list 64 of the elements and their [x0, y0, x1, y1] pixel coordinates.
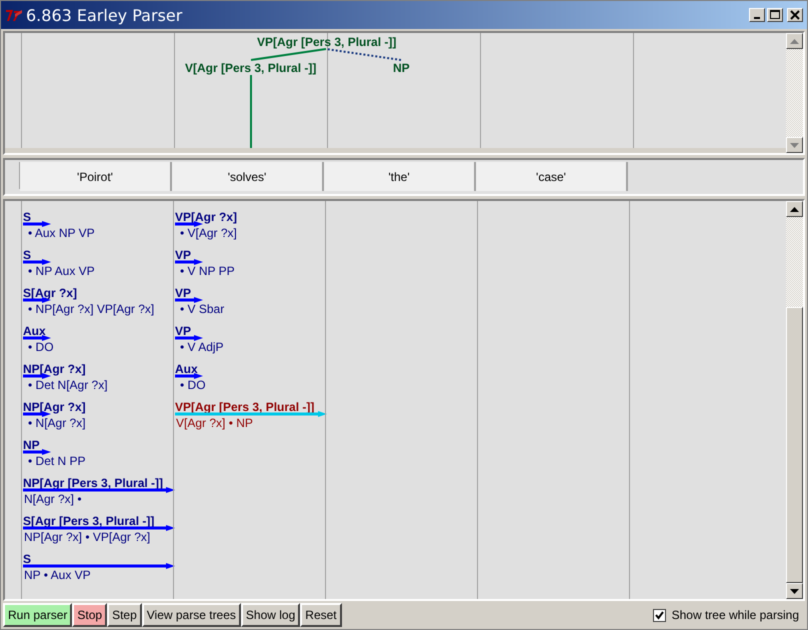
word-cell: 'solves' [172, 162, 324, 191]
toolbar-button[interactable]: Show log [240, 603, 300, 627]
edge-label: NP[Agr ?x] [23, 363, 87, 376]
scroll-up-button[interactable] [786, 201, 803, 217]
edge-rule: • V NP PP [179, 265, 236, 278]
checkbox[interactable] [652, 608, 666, 622]
edge-rule: NP • Aux VP [23, 569, 92, 582]
edge-label: S [23, 211, 32, 224]
checkbox-label: Show tree while parsing [672, 608, 799, 622]
edge-rule: • V AdjP [179, 341, 225, 354]
edge-label: NP[Agr ?x] [23, 401, 87, 414]
toolbar-button[interactable]: Step [107, 603, 142, 627]
tree-node-label: NP [393, 61, 410, 75]
edge-label: S [23, 553, 32, 566]
close-button[interactable] [787, 8, 803, 22]
minimize-icon [754, 17, 760, 19]
edge-rule: • NP Aux VP [27, 265, 96, 278]
toolbar-button[interactable]: Stop [72, 603, 108, 627]
word-cell: 'the' [324, 162, 476, 191]
scroll-down-button[interactable] [786, 583, 803, 599]
checkmark-icon [654, 610, 664, 620]
edge-rule: • N[Agr ?x] [27, 417, 87, 430]
window-title: 6.863 Earley Parser [26, 6, 182, 24]
edge-rule: N[Agr ?x] • [23, 493, 83, 506]
edge-rule: • DO [27, 341, 55, 354]
edge-rule: • NP[Agr ?x] VP[Agr ?x] [27, 303, 156, 316]
edge-label: VP[Agr ?x] [175, 211, 238, 224]
edge-rule: • V[Agr ?x] [179, 227, 238, 240]
maximize-icon [770, 10, 780, 20]
edge-rule: V[Agr ?x] • NP [175, 417, 254, 430]
edge-label: Aux [23, 325, 47, 338]
edge-rule: • Det N[Agr ?x] [27, 379, 109, 392]
edge-label: S [23, 249, 32, 262]
toolbar-button[interactable]: View parse trees [142, 603, 241, 627]
toolbar-button[interactable]: Run parser [3, 603, 72, 627]
edge-rule: • DO [179, 379, 207, 392]
scrollbar[interactable] [786, 33, 803, 153]
tree-node-label: V[Agr [Pers 3, Plural -]] [185, 61, 316, 75]
edge-rule: • Aux NP VP [27, 227, 96, 240]
word-cell: 'Poirot' [20, 162, 172, 191]
up-arrow-icon [790, 38, 799, 44]
down-arrow-icon [790, 588, 799, 594]
edge-label: NP [23, 439, 41, 452]
app-icon [5, 8, 23, 22]
edge-rule: • V Sbar [179, 303, 226, 316]
edge-rule: • Det N PP [27, 455, 87, 468]
toolbar-button[interactable]: Reset [300, 603, 342, 627]
edge-rule: NP[Agr ?x] • VP[Agr ?x] [23, 531, 152, 544]
edge-label: VP [175, 287, 192, 300]
edge-label: S[Agr ?x] [23, 287, 78, 300]
scrollbar[interactable] [786, 201, 803, 599]
scroll-up-button[interactable] [786, 33, 803, 49]
maximize-button[interactable] [767, 8, 783, 22]
scroll-thumb[interactable] [786, 307, 803, 583]
edge-label: VP [175, 325, 192, 338]
up-arrow-icon [790, 206, 799, 212]
close-icon [790, 10, 800, 20]
word-cell: 'case' [476, 162, 628, 191]
tree-node-label: VP[Agr [Pers 3, Plural -]] [257, 35, 396, 49]
scroll-down-button[interactable] [786, 137, 803, 153]
down-arrow-icon [790, 142, 799, 148]
edge-label: VP [175, 249, 192, 262]
minimize-button[interactable] [749, 8, 765, 22]
edge-label: Aux [175, 363, 199, 376]
